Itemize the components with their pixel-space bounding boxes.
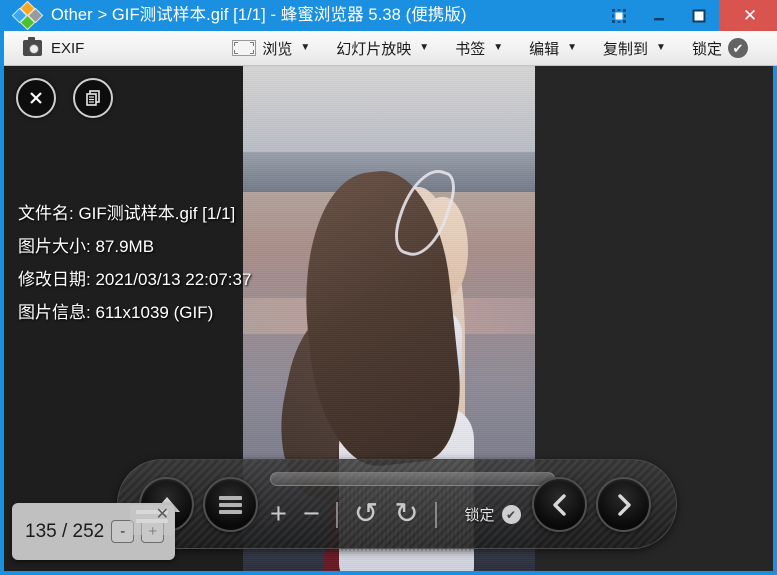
info-filename: 文件名: GIF测试样本.gif [1/1] (18, 204, 236, 223)
popup-close-icon[interactable]: ✕ (156, 507, 169, 523)
app-logo-icon (11, 0, 44, 32)
camera-icon (23, 37, 42, 56)
close-icon (30, 92, 42, 104)
menu-slideshow[interactable]: 幻灯片放映 ▼ (327, 31, 438, 66)
maximize-button[interactable] (679, 0, 719, 31)
menu-browse-label: 浏览 (262, 40, 293, 58)
chevron-down-icon: ▼ (567, 42, 578, 53)
menu-copy-to[interactable]: 复制到 ▼ (594, 31, 675, 66)
application-window: Other > GIF测试样本.gif [1/1] - 蜂蜜浏览器 5.38 (… (0, 0, 777, 575)
info-modified-date: 修改日期: 2021/03/13 22:07:37 (18, 270, 252, 289)
lock-label: 锁定 (464, 507, 495, 524)
lock-toggle[interactable]: 锁定 ✔ (465, 504, 521, 525)
rotate-left-button[interactable]: ↺ (354, 500, 378, 529)
chevron-down-icon: ▼ (656, 42, 666, 53)
menu-browse[interactable]: 浏览 ▼ (223, 31, 319, 66)
bottom-toolbar: + − ↺ ↻ 锁定 ✔ (117, 459, 677, 549)
menu-slideshow-label: 幻灯片放映 (336, 40, 412, 58)
zoom-out-button[interactable]: − (303, 500, 320, 529)
menu-bookmarks[interactable]: 书签 ▼ (446, 31, 512, 66)
main-toolbar: EXIF 浏览 ▼ 幻灯片放映 ▼ 书签 ▼ 编辑 ▼ 复制到 ▼ 锁定 ✔ (4, 31, 777, 66)
check-circle-icon: ✔ (501, 505, 521, 524)
menu-edit[interactable]: 编辑 ▼ (520, 31, 586, 66)
previous-image-button[interactable] (532, 477, 587, 532)
menu-copy-to-label: 复制到 (603, 40, 649, 58)
close-overlay-button[interactable] (16, 78, 56, 118)
separator (335, 501, 338, 528)
next-image-button[interactable] (596, 477, 651, 532)
separator (434, 501, 437, 528)
chevron-down-icon: ▼ (493, 42, 504, 53)
page-counter-popup: ✕ 135 / 252 - + (12, 503, 175, 560)
check-circle-icon: ✔ (727, 38, 748, 58)
zoom-in-button[interactable]: + (270, 500, 287, 529)
close-button[interactable]: ✕ (719, 0, 777, 31)
chevron-down-icon: ▼ (300, 42, 311, 53)
hamburger-icon (219, 493, 242, 517)
minimize-button[interactable] (639, 0, 679, 31)
info-filesize: 图片大小: 87.9MB (18, 237, 155, 256)
info-image-details: 图片信息: 611x1039 (GIF) (18, 303, 214, 322)
exif-label: EXIF (51, 39, 85, 57)
exif-button[interactable]: EXIF (14, 31, 93, 66)
chevron-left-icon (552, 493, 566, 516)
chevron-down-icon: ▼ (419, 42, 430, 53)
overlay-buttons (16, 78, 113, 118)
always-on-top-button[interactable] (599, 0, 639, 31)
menu-bookmarks-label: 书签 (455, 40, 486, 58)
menu-button[interactable] (203, 477, 258, 532)
copy-info-button[interactable] (73, 78, 113, 118)
image-tools: + − ↺ ↻ 锁定 ✔ (270, 500, 521, 529)
position-slider[interactable] (270, 472, 555, 486)
menu-edit-label: 编辑 (529, 40, 560, 58)
menu-lock[interactable]: 锁定 ✔ (683, 31, 757, 66)
title-bar: Other > GIF测试样本.gif [1/1] - 蜂蜜浏览器 5.38 (… (4, 0, 777, 31)
window-controls: ✕ (599, 0, 777, 31)
page-counter-label: 135 / 252 (25, 520, 105, 542)
image-viewer[interactable]: 文件名: GIF测试样本.gif [1/1] 图片大小: 87.9MB 修改日期… (4, 66, 773, 571)
chevron-right-icon (617, 493, 631, 516)
file-info-list: 文件名: GIF测试样本.gif [1/1] 图片大小: 87.9MB 修改日期… (18, 197, 251, 329)
frame-icon (232, 40, 257, 56)
rotate-right-button[interactable]: ↻ (394, 500, 418, 529)
copy-pages-icon (86, 90, 100, 106)
window-title: Other > GIF测试样本.gif [1/1] - 蜂蜜浏览器 5.38 (… (51, 6, 467, 24)
menu-lock-label: 锁定 (691, 40, 722, 58)
